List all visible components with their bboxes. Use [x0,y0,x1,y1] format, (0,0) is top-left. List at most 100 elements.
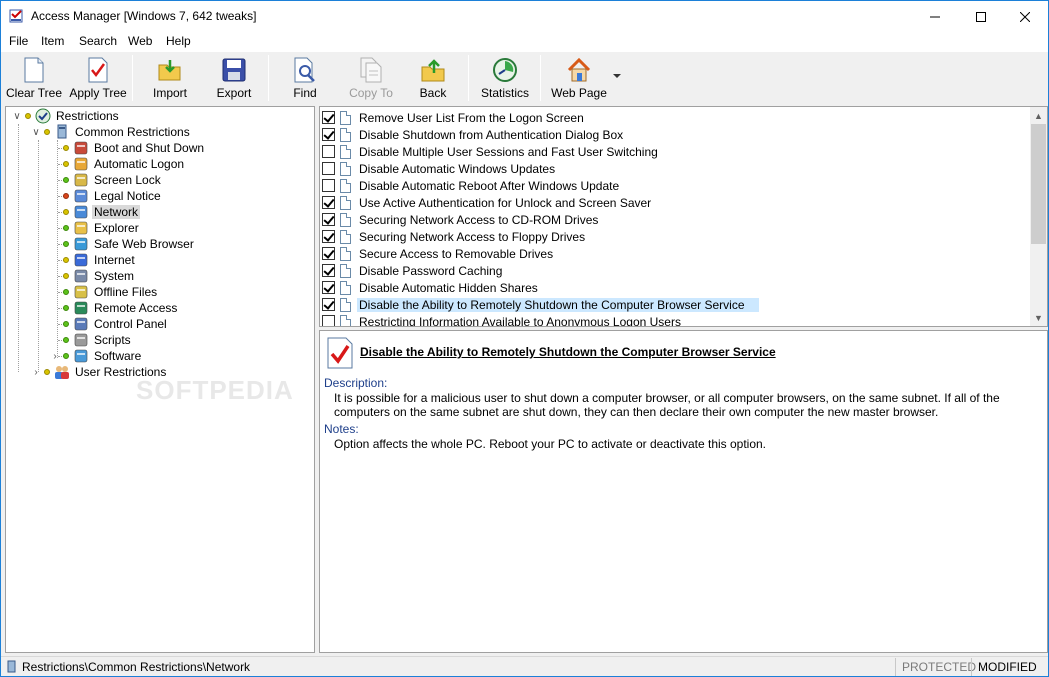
detail-panel: Disable the Ability to Remotely Shutdown… [319,330,1048,653]
notes-text: Option affects the whole PC. Reboot your… [334,437,767,451]
status-modified: MODIFIED [971,658,1043,676]
tweak-checkbox[interactable] [322,315,335,326]
tweak-checkbox[interactable] [322,111,335,124]
tree-node-legal-notice[interactable]: Legal Notice [63,188,163,204]
statistics-button[interactable]: Statistics [481,56,529,102]
export-button[interactable]: Export [211,56,257,102]
restrictions-icon [35,108,51,124]
minimize-icon [930,16,940,17]
tree-node-common-restrictions[interactable]: ∨ Common Restrictions [31,124,192,140]
document-icon [340,212,351,227]
menu-search[interactable]: Search [78,34,118,48]
collapse-icon[interactable]: ∨ [31,124,41,140]
list-item[interactable]: Restricting Information Available to Ano… [322,313,695,326]
list-item[interactable]: Disable Password Caching [322,262,516,279]
list-item[interactable]: Secure Access to Removable Drives [322,245,567,262]
find-button[interactable]: Find [283,56,327,102]
maximize-button[interactable] [958,1,1004,32]
list-item[interactable]: Remove User List From the Logon Screen [322,109,598,126]
tweak-checkbox[interactable] [322,213,335,226]
internet-icon [74,253,88,267]
status-dot-icon [63,321,69,327]
status-dot-icon [63,161,69,167]
home-icon [567,57,591,82]
expand-icon[interactable]: › [31,364,41,380]
find-page-icon [294,57,315,83]
list-item[interactable]: Use Active Authentication for Unlock and… [322,194,665,211]
menu-file[interactable]: File [8,34,29,48]
tree-node-automatic-logon[interactable]: Automatic Logon [63,156,186,172]
tweak-checkbox[interactable] [322,145,335,158]
tree-node-screen-lock[interactable]: Screen Lock [63,172,163,188]
tweak-checkbox[interactable] [322,179,335,192]
description-label: Description: [324,376,388,390]
tree-node-network[interactable]: Network [63,204,141,220]
tree-node-safe-web-browser[interactable]: Safe Web Browser [63,236,196,252]
apply-tree-button[interactable]: Apply Tree [69,56,127,102]
scroll-down-icon[interactable]: ▼ [1030,309,1047,326]
blank-page-icon [24,57,44,83]
tree-node-explorer[interactable]: Explorer [63,220,141,236]
tweak-checkbox[interactable] [322,281,335,294]
status-dot-icon [63,273,69,279]
watermark: SOFTPEDIA [136,375,294,405]
web-page-button[interactable]: Web Page [550,56,608,102]
tree-node-internet[interactable]: Internet [63,252,137,268]
menu-help[interactable]: Help [165,34,192,48]
tree-node-remote-access[interactable]: Remote Access [63,300,179,316]
status-dot-icon [63,257,69,263]
list-item[interactable]: Disable Automatic Reboot After Windows U… [322,177,633,194]
list-item[interactable]: Disable Automatic Hidden Shares [322,279,552,296]
globe-icon [74,237,88,251]
tree-node-scripts[interactable]: Scripts [63,332,133,348]
restrictions-tree[interactable]: ∨ Restrictions ∨ Common Restrictions Boo… [5,106,315,653]
logon-icon [74,157,88,171]
tweak-checkbox[interactable] [322,162,335,175]
tweak-checkbox[interactable] [322,247,335,260]
collapse-icon[interactable]: ∨ [12,108,22,124]
list-item[interactable]: Disable Shutdown from Authentication Dia… [322,126,637,143]
web-page-dropdown-icon[interactable] [613,74,621,79]
users-icon [55,366,69,379]
copy-to-button[interactable]: Copy To [345,56,397,102]
list-item[interactable]: Disable Multiple User Sessions and Fast … [322,143,672,160]
document-icon [340,263,351,278]
tree-node-control-panel[interactable]: Control Panel [63,316,169,332]
close-button[interactable] [1002,1,1048,32]
list-item[interactable]: Securing Network Access to Floppy Drives [322,228,599,245]
app-icon [9,9,23,23]
tweaks-list[interactable]: Remove User List From the Logon Screen Di… [319,106,1048,327]
tweak-checkbox[interactable] [322,128,335,141]
menu-item[interactable]: Item [40,34,65,48]
status-dot-icon [44,129,50,135]
list-scrollbar[interactable]: ▲ ▼ [1030,107,1047,326]
tweak-checkbox[interactable] [322,196,335,209]
list-item[interactable]: Securing Network Access to CD-ROM Drives [322,211,612,228]
clear-tree-button[interactable]: Clear Tree [6,56,62,102]
copy-pages-icon [360,57,382,83]
scroll-up-icon[interactable]: ▲ [1030,107,1047,124]
tree-node-boot-and-shut-down[interactable]: Boot and Shut Down [63,140,206,156]
scripts-icon [74,333,88,347]
scroll-thumb[interactable] [1031,124,1046,244]
document-icon [340,178,351,193]
tweak-checkbox[interactable] [322,264,335,277]
back-button[interactable]: Back [411,56,455,102]
tree-node-software[interactable]: › Software [50,348,143,364]
minimize-button[interactable] [912,1,958,32]
tweak-checkbox[interactable] [322,230,335,243]
tree-node-offline-files[interactable]: Offline Files [63,284,159,300]
list-item[interactable]: Disable the Ability to Remotely Shutdown… [322,296,759,313]
import-button[interactable]: Import [147,56,193,102]
software-icon [74,349,88,363]
tree-node-restrictions[interactable]: ∨ Restrictions [12,108,121,124]
back-arrow-icon [421,59,445,82]
detail-title: Disable the Ability to Remotely Shutdown… [360,345,776,359]
list-item[interactable]: Disable Automatic Windows Updates [322,160,569,177]
expand-icon[interactable]: › [50,348,60,364]
status-dot-icon [63,209,69,215]
tree-node-system[interactable]: System [63,268,136,284]
tweak-checkbox[interactable] [322,298,335,311]
status-dot-icon [63,241,69,247]
menu-web[interactable]: Web [127,34,153,48]
